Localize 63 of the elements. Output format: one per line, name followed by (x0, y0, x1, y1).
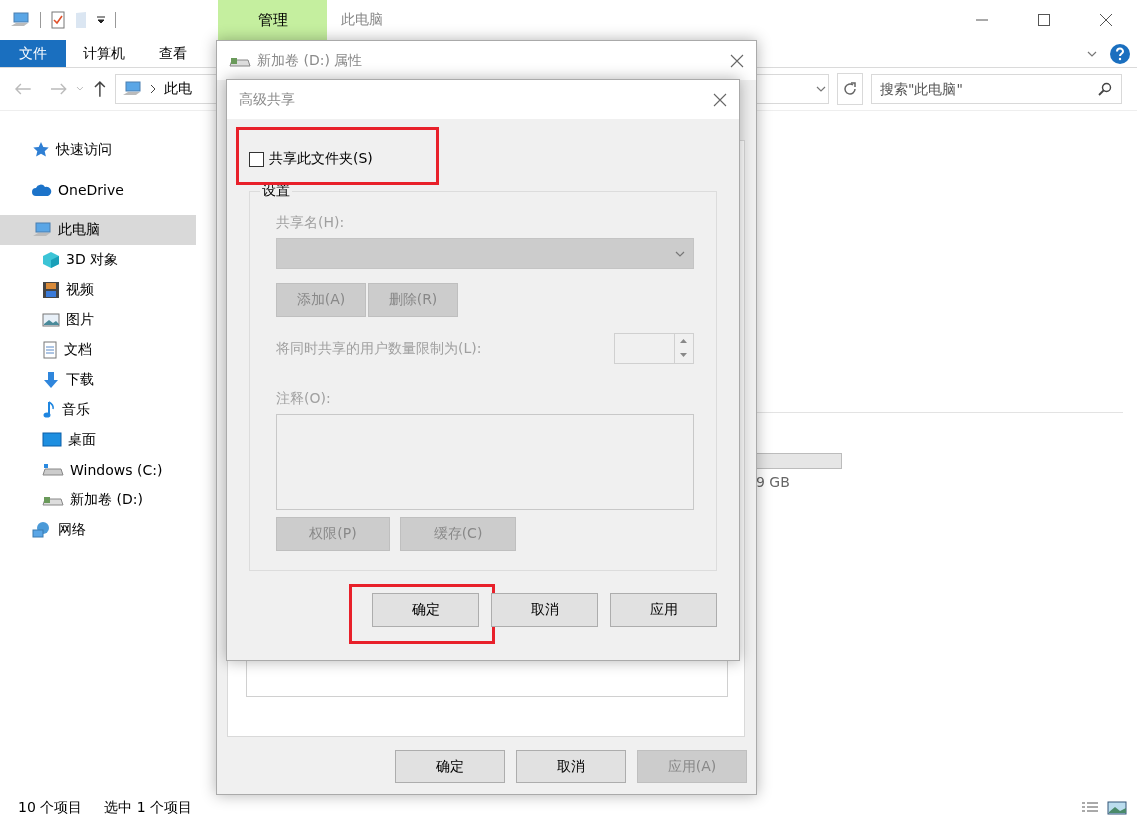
details-view-icon[interactable] (1081, 801, 1099, 815)
selection-count: 选中 1 个项目 (104, 799, 193, 817)
sidebar-item[interactable]: 文档 (0, 335, 196, 365)
sidebar-item[interactable]: 网络 (0, 515, 196, 545)
search-icon[interactable] (1098, 82, 1112, 96)
music-note-icon (42, 401, 56, 419)
sidebar-item[interactable]: 桌面 (0, 425, 196, 455)
dialog-title: 新加卷 (D:) 属性 (257, 51, 364, 70)
film-icon (42, 281, 60, 299)
ribbon-tab[interactable]: 计算机 (66, 40, 142, 67)
desktop-icon (42, 432, 62, 448)
dialog-title: 高级共享 (239, 90, 296, 109)
sidebar-item[interactable]: 视频 (0, 275, 196, 305)
refresh-icon[interactable] (842, 81, 859, 97)
user-limit-label: 将同时共享的用户数量限制为(L): (276, 339, 482, 358)
properties-icon[interactable] (51, 11, 65, 29)
thumbnail-view-icon[interactable] (1107, 801, 1127, 815)
sidebar-item[interactable]: 快速访问 (0, 135, 196, 165)
sidebar-item[interactable]: 新加卷 (D:) (0, 485, 196, 515)
close-icon[interactable] (1099, 13, 1113, 27)
checkbox[interactable] (249, 151, 264, 167)
cloud-icon (32, 183, 52, 197)
cube-icon (42, 251, 60, 269)
star-icon (32, 141, 50, 159)
globe-icon (32, 521, 52, 539)
drive-icon (42, 463, 64, 477)
item-count: 10 个项目 (18, 799, 83, 817)
sidebar-item[interactable]: 音乐 (0, 395, 196, 425)
refresh-button[interactable] (837, 73, 863, 105)
sidebar-item[interactable]: 下载 (0, 365, 196, 395)
comment-label: 注释(O): (276, 390, 332, 408)
sidebar-item[interactable]: OneDrive (0, 175, 196, 205)
context-tab[interactable]: 管理 (218, 0, 327, 40)
computer-icon (10, 12, 30, 28)
maximize-icon[interactable] (1038, 14, 1050, 26)
share-name-label: 共享名(H): (276, 214, 346, 232)
ribbon-tab[interactable]: 查看 (142, 40, 204, 67)
dialog-button[interactable]: 取消 (491, 593, 598, 627)
document-icon (42, 341, 58, 359)
chevron-icon (150, 84, 156, 94)
size-text: 9 GB (756, 474, 790, 490)
sidebar-item[interactable]: Windows (C:) (0, 455, 196, 485)
sidebar-item[interactable]: 图片 (0, 305, 196, 335)
close-icon[interactable] (730, 53, 744, 68)
image-icon (42, 312, 60, 328)
download-arrow-icon (42, 371, 60, 389)
sidebar-item[interactable]: 此电脑 (0, 215, 196, 245)
computer-icon (122, 81, 142, 97)
dialog-button[interactable]: 确定 (372, 593, 479, 627)
help-icon[interactable] (1109, 42, 1131, 65)
dialog-button[interactable]: 取消 (516, 750, 626, 783)
dialog-button[interactable]: 应用 (610, 593, 717, 627)
window-title: 此电脑 (341, 11, 384, 29)
sidebar-item[interactable]: 3D 对象 (0, 245, 196, 275)
search-field[interactable]: 搜索"此电脑" (871, 74, 1122, 104)
dropdown-icon[interactable] (97, 16, 105, 24)
ribbon-tab[interactable]: 文件 (0, 40, 66, 67)
computer-icon (32, 222, 52, 238)
breadcrumb[interactable]: 此电 (164, 80, 192, 98)
close-icon[interactable] (713, 92, 727, 107)
up-icon[interactable] (93, 80, 107, 98)
dialog-button[interactable]: 确定 (395, 750, 505, 783)
checkbox-label[interactable]: 共享此文件夹(S) (269, 150, 373, 168)
